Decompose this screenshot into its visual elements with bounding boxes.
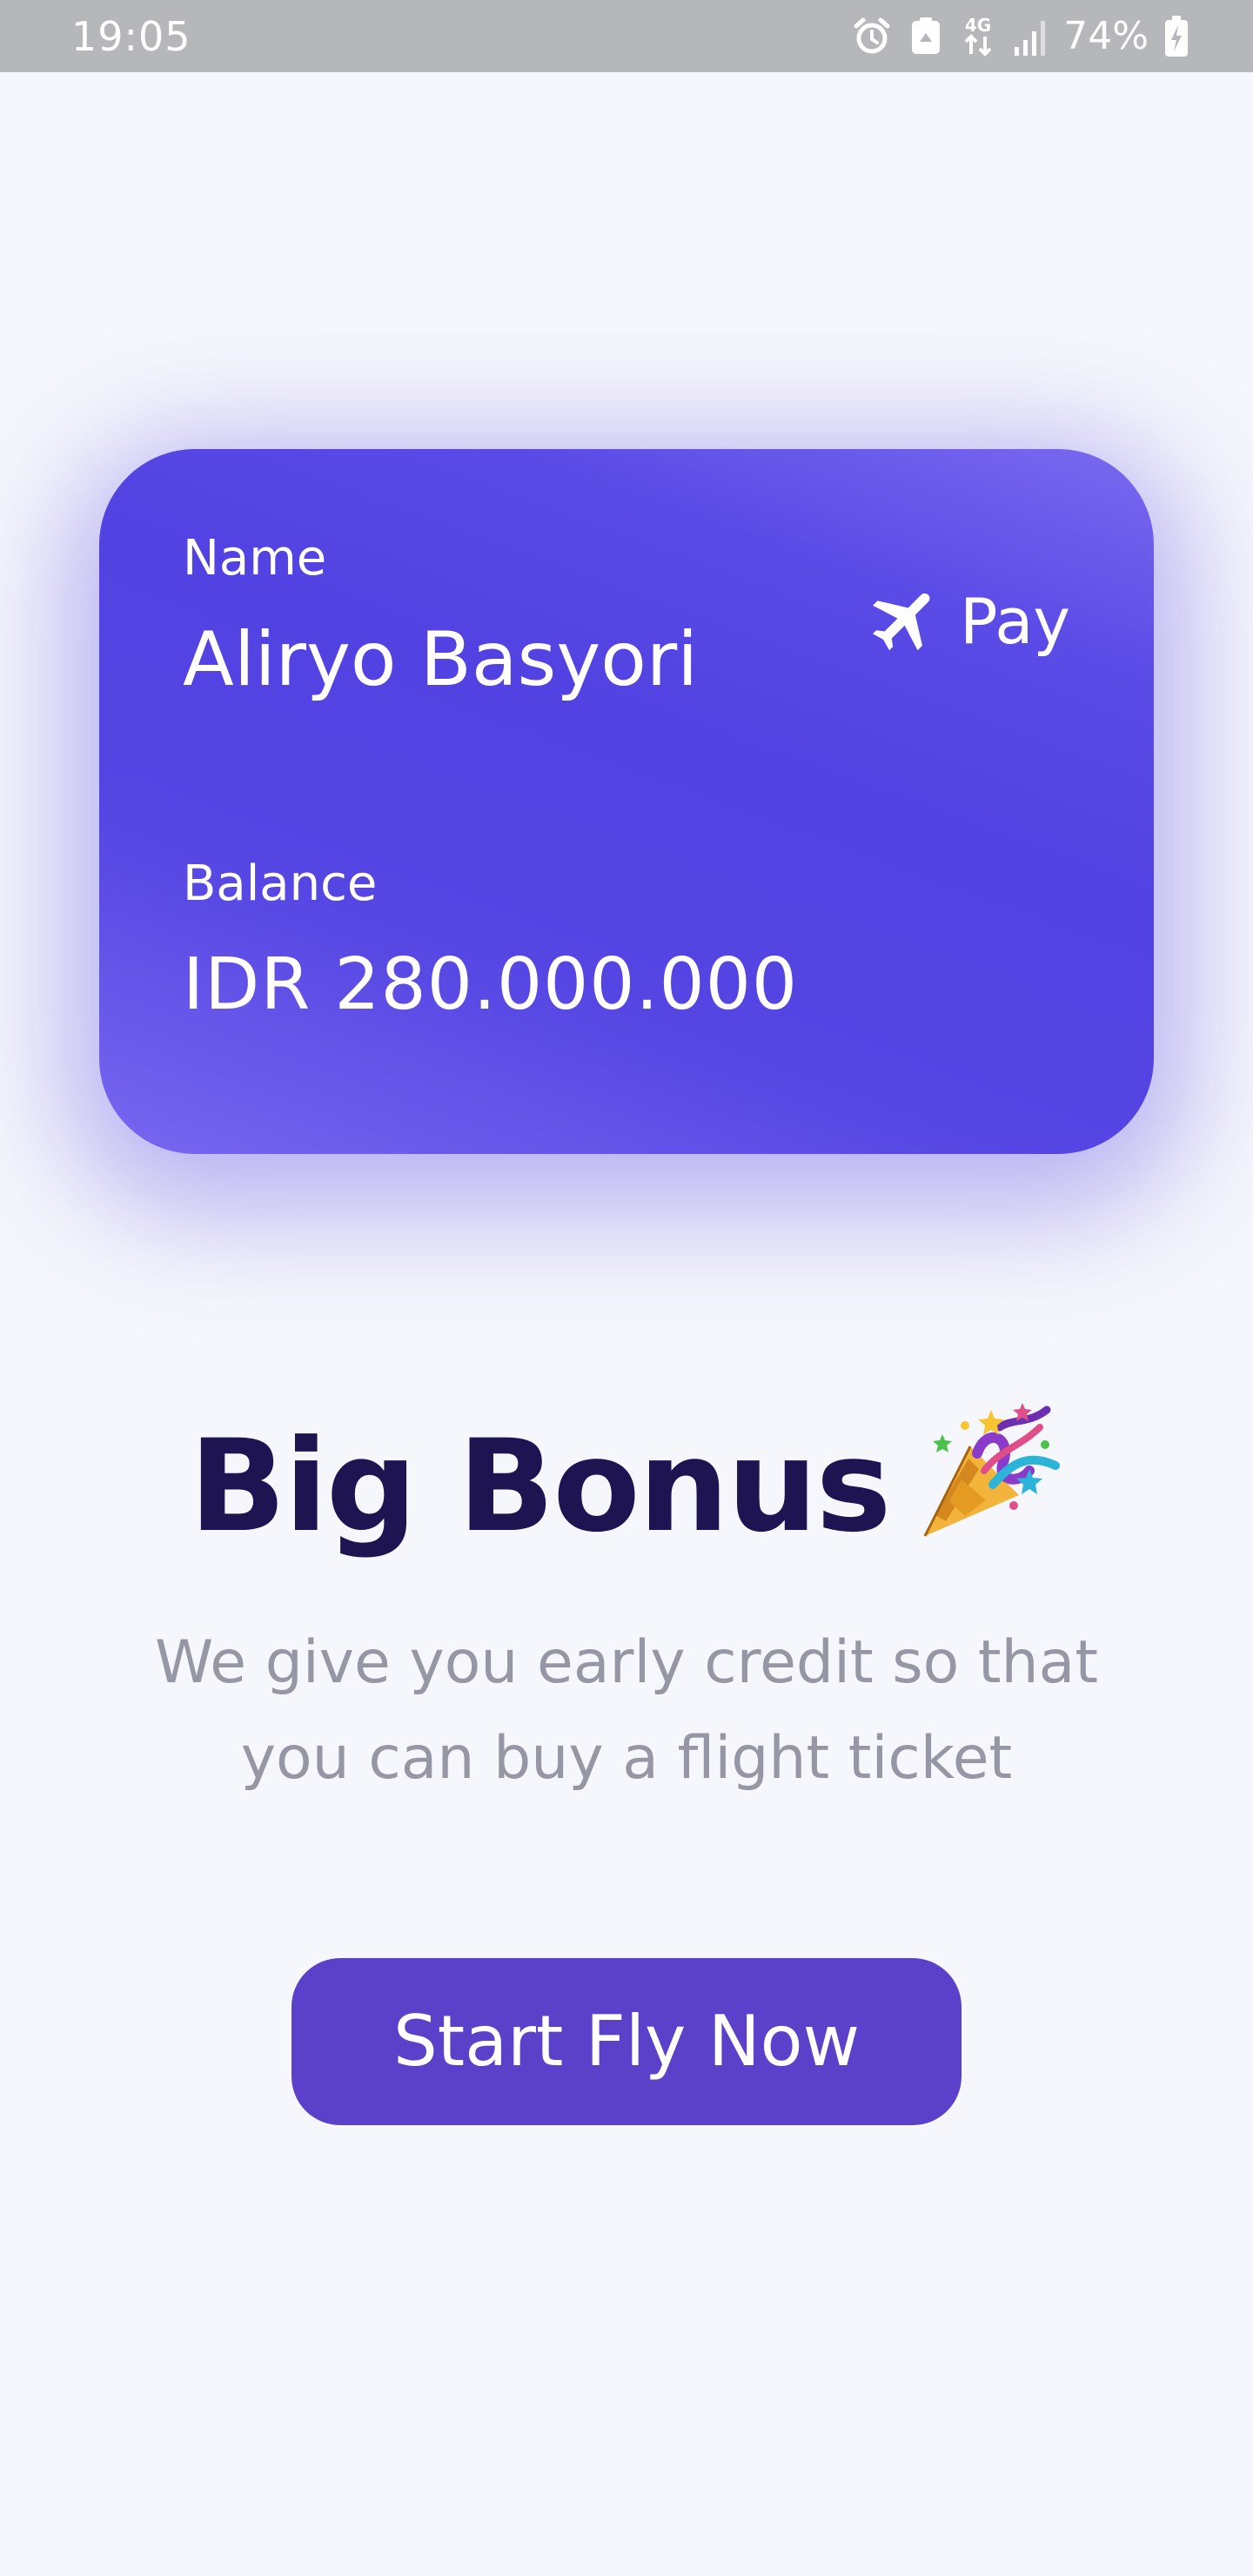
page-title: Big Bonus	[0, 1402, 1253, 1573]
card-name-label: Name	[183, 530, 327, 587]
status-icons: 4G 74%	[851, 12, 1189, 61]
page-subtitle: We give you early credit so that you can…	[155, 1628, 1098, 1793]
status-time: 19:05	[71, 13, 191, 60]
wallet-card: Name Aliryo Basyori Pay Balance IDR 280.…	[99, 449, 1154, 1154]
page-title-text: Big Bonus	[189, 1412, 891, 1560]
signal-icon	[1013, 16, 1048, 57]
party-popper-icon	[916, 1401, 1064, 1573]
battery-charging-icon	[1164, 15, 1189, 58]
card-holder-name: Aliryo Basyori	[183, 616, 699, 703]
card-brand: Pay	[866, 580, 1070, 663]
recycle-icon	[908, 16, 943, 57]
battery-percentage: 74%	[1063, 14, 1149, 58]
status-bar: 19:05 4G 74%	[0, 0, 1253, 72]
card-balance-label: Balance	[183, 855, 378, 912]
card-balance-value: IDR 280.000.000	[183, 943, 799, 1026]
network-4g-text: 4G	[965, 15, 991, 36]
airplane-icon	[866, 580, 946, 663]
card-brand-label: Pay	[960, 585, 1070, 658]
alarm-icon	[851, 16, 893, 57]
start-fly-now-button[interactable]: Start Fly Now	[291, 1958, 962, 2125]
network-4g-icon: 4G	[959, 14, 997, 59]
onboarding-screen: 19:05 4G 74% Name Aliryo Basyori Pay Bal…	[0, 0, 1253, 2576]
